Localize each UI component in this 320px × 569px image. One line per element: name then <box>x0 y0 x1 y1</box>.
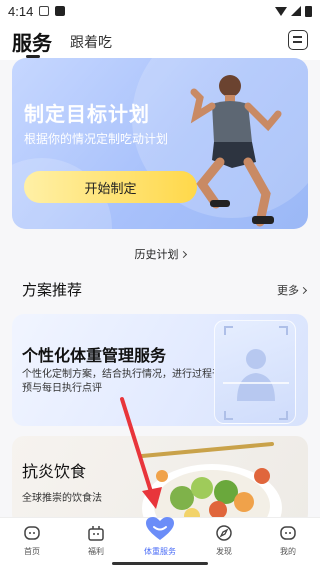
section-title-plans: 方案推荐 <box>22 281 83 299</box>
chevron-right-icon <box>179 250 187 259</box>
body-scan-illustration <box>214 320 296 424</box>
card-title: 个性化体重管理服务 <box>22 346 167 365</box>
system-nav-bar <box>0 559 320 569</box>
wifi-icon <box>275 6 287 16</box>
goal-plan-banner[interactable]: 制定目标计划 根据你的情况定制吃动计划 开始制定 <box>12 58 308 229</box>
history-plan-label: 历史计划 <box>134 248 179 261</box>
bottom-tab-bar: 首页 福利 体重服务 发现 我的 <box>0 517 320 559</box>
banner-title: 制定目标计划 <box>24 102 150 126</box>
tab-label: 发现 <box>216 547 232 556</box>
weight-management-card[interactable]: 个性化体重管理服务 个性化定制方案，结合执行情况，进行过程干预与每日执行点评 <box>12 314 308 426</box>
status-time: 4:14 <box>8 3 34 19</box>
profile-face-icon <box>280 526 296 540</box>
cellular-signal-icon <box>291 6 301 16</box>
status-indicators <box>275 5 312 17</box>
more-link[interactable]: 更多 <box>277 282 308 298</box>
tab-label: 我的 <box>280 547 296 556</box>
tab-label: 福利 <box>88 547 104 556</box>
tab-welfare[interactable]: 福利 <box>64 518 128 559</box>
tab-home[interactable]: 首页 <box>0 518 64 559</box>
history-plan-link[interactable]: 历史计划 <box>0 246 320 262</box>
tab-mine[interactable]: 我的 <box>256 518 320 559</box>
chevron-right-icon <box>299 286 308 295</box>
tab-weight-service[interactable]: 体重服务 <box>128 517 192 559</box>
card-title: 抗炎饮食 <box>22 462 87 481</box>
tab-label: 首页 <box>24 547 40 556</box>
more-label: 更多 <box>277 284 299 297</box>
tab-service[interactable]: 服务 <box>12 27 52 56</box>
athlete-illustration <box>190 75 282 227</box>
compass-icon <box>216 525 232 541</box>
battery-icon <box>305 5 312 17</box>
notification-icon <box>39 6 50 16</box>
home-face-icon <box>24 526 40 540</box>
top-tab-bar: 服务 跟着吃 <box>0 22 320 60</box>
heart-icon <box>146 517 174 540</box>
app-notification-icon <box>55 6 66 16</box>
settings-toggle-icon[interactable] <box>288 30 308 50</box>
gift-icon <box>88 526 104 541</box>
anti-inflammatory-diet-card[interactable]: 抗炎饮食 全球推崇的饮食法 <box>12 436 308 526</box>
tab-label: 体重服务 <box>144 547 176 556</box>
gesture-handle[interactable] <box>112 562 208 565</box>
card-description: 全球推崇的饮食法 <box>22 493 102 504</box>
card-description: 个性化定制方案，结合执行情况，进行过程干预与每日执行点评 <box>22 369 222 394</box>
salad-plate-image <box>140 442 282 526</box>
banner-subtitle: 根据你的情况定制吃动计划 <box>24 132 169 146</box>
tab-discover[interactable]: 发现 <box>192 518 256 559</box>
tab-follow-eat[interactable]: 跟着吃 <box>70 32 112 52</box>
status-bar: 4:14 <box>0 0 320 22</box>
start-plan-button[interactable]: 开始制定 <box>24 171 197 203</box>
